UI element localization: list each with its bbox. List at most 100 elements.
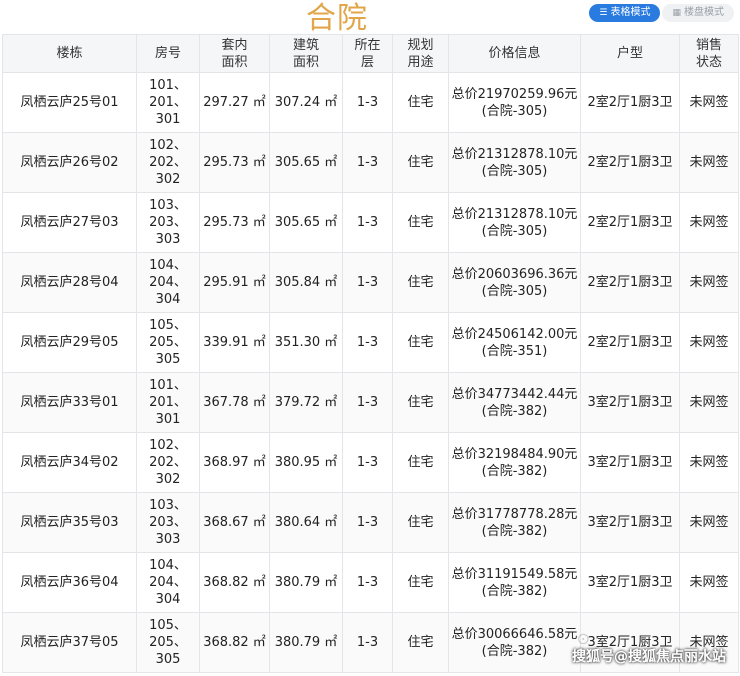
column-header: 楼栋 — [2, 34, 137, 73]
building-cell: 凤栖云庐27号03 — [2, 192, 137, 253]
table-row[interactable]: 凤栖云庐27号03 103、 203、303 295.73 ㎡ 305.65 ㎡ 1-3… — [2, 192, 739, 253]
inner-area-cell: 368.67 ㎡ — [199, 492, 270, 553]
column-header: 建筑 面积 — [269, 34, 343, 73]
view-mode-toggle: ☰ 表格模式 ▦ 楼盘模式 — [589, 4, 734, 22]
sales-status-cell: 未网签 — [679, 492, 739, 553]
price-cell: 总价21970259.96元(合院-305) — [448, 72, 581, 133]
column-header: 套内 面积 — [199, 34, 270, 73]
column-header: 所在 层 — [342, 34, 393, 73]
floor-cell: 1-3 — [342, 492, 393, 553]
layout-cell: 3室2厅1厨3卫 — [580, 492, 680, 553]
price-cell: 总价30066646.58元(合院-382) — [448, 612, 581, 673]
plan-mode-label: 楼盘模式 — [684, 7, 724, 18]
building-cell: 凤栖云庐35号03 — [2, 492, 137, 553]
building-cell: 凤栖云庐37号05 — [2, 612, 137, 673]
usage-cell: 住宅 — [392, 132, 449, 193]
gross-area-cell: 307.24 ㎡ — [269, 72, 343, 133]
inner-area-cell: 367.78 ㎡ — [199, 372, 270, 433]
floor-cell: 1-3 — [342, 312, 393, 373]
inner-area-cell: 295.91 ㎡ — [199, 252, 270, 313]
table-row[interactable]: 凤栖云庐29号05 105、 205、305 339.91 ㎡ 351.30 ㎡ 1-3… — [2, 312, 739, 373]
layout-cell: 2室2厅1厨3卫 — [580, 312, 680, 373]
building-cell: 凤栖云庐26号02 — [2, 132, 137, 193]
floor-cell: 1-3 — [342, 252, 393, 313]
building-cell: 凤栖云庐34号02 — [2, 432, 137, 493]
usage-cell: 住宅 — [392, 72, 449, 133]
sales-status-cell: 未网签 — [679, 252, 739, 313]
table-row[interactable]: 凤栖云庐36号04 104、 204、304 368.82 ㎡ 380.79 ㎡ 1-3… — [2, 552, 739, 613]
price-cell: 总价31191549.58元(合院-382) — [448, 552, 581, 613]
floor-cell: 1-3 — [342, 132, 393, 193]
usage-cell: 住宅 — [392, 612, 449, 673]
gross-area-cell: 305.84 ㎡ — [269, 252, 343, 313]
usage-cell: 住宅 — [392, 252, 449, 313]
column-header: 户型 — [580, 34, 680, 73]
inner-area-cell: 295.73 ㎡ — [199, 132, 270, 193]
gross-area-cell: 305.65 ㎡ — [269, 132, 343, 193]
layout-cell: 3室2厅1厨3卫 — [580, 372, 680, 433]
layout-cell: 2室2厅1厨3卫 — [580, 72, 680, 133]
table-row[interactable]: 凤栖云庐35号03 103、 203、303 368.67 ㎡ 380.64 ㎡ 1-3… — [2, 492, 739, 553]
floor-cell: 1-3 — [342, 72, 393, 133]
column-header: 价格信息 — [448, 34, 581, 73]
price-cell: 总价21312878.10元(合院-305) — [448, 132, 581, 193]
building-cell: 凤栖云庐29号05 — [2, 312, 137, 373]
usage-cell: 住宅 — [392, 492, 449, 553]
table-row[interactable]: 凤栖云庐28号04 104、 204、304 295.91 ㎡ 305.84 ㎡ 1-3… — [2, 252, 739, 313]
table-row[interactable]: 凤栖云庐34号02 102、 202、302 368.97 ㎡ 380.95 ㎡ 1-3… — [2, 432, 739, 493]
price-cell: 总价34773442.44元(合院-382) — [448, 372, 581, 433]
inner-area-cell: 339.91 ㎡ — [199, 312, 270, 373]
price-cell: 总价31778778.28元(合院-382) — [448, 492, 581, 553]
floor-cell: 1-3 — [342, 552, 393, 613]
table-mode-button[interactable]: ☰ 表格模式 — [589, 4, 661, 22]
inner-area-cell: 368.97 ㎡ — [199, 432, 270, 493]
grid-icon: ▦ — [672, 8, 681, 18]
table-row[interactable]: 凤栖云庐25号01 101、 201、301 297.27 ㎡ 307.24 ㎡ 1-3… — [2, 72, 739, 133]
usage-cell: 住宅 — [392, 372, 449, 433]
layout-cell: 3室2厅1厨3卫 — [580, 432, 680, 493]
gross-area-cell: 380.79 ㎡ — [269, 612, 343, 673]
sales-status-cell: 未网签 — [679, 372, 739, 433]
room-number-cell: 104、 204、304 — [136, 252, 200, 313]
floor-cell: 1-3 — [342, 612, 393, 673]
room-number-cell: 104、 204、304 — [136, 552, 200, 613]
layout-cell: 2室2厅1厨3卫 — [580, 252, 680, 313]
inner-area-cell: 368.82 ㎡ — [199, 552, 270, 613]
table-header-row: 楼栋 房号 套内 面积 建筑 面积 所在 层规划 用途 价格信息 户型 销售 状态 — [2, 34, 739, 73]
gross-area-cell: 380.79 ㎡ — [269, 552, 343, 613]
table-row[interactable]: 凤栖云庐33号01 101、 201、301 367.78 ㎡ 379.72 ㎡ 1-3… — [2, 372, 739, 433]
room-number-cell: 105、 205、305 — [136, 312, 200, 373]
room-number-cell: 101、 201、301 — [136, 72, 200, 133]
room-number-cell: 102、 202、302 — [136, 432, 200, 493]
inner-area-cell: 295.73 ㎡ — [199, 192, 270, 253]
column-header: 规划 用途 — [392, 34, 449, 73]
table-row[interactable]: 凤栖云庐26号02 102、 202、302 295.73 ㎡ 305.65 ㎡ 1-3… — [2, 132, 739, 193]
layout-cell: 2室2厅1厨3卫 — [580, 192, 680, 253]
sales-status-cell: 未网签 — [679, 552, 739, 613]
sales-status-cell: 未网签 — [679, 132, 739, 193]
sales-status-cell: 未网签 — [679, 192, 739, 253]
floor-cell: 1-3 — [342, 372, 393, 433]
price-cell: 总价32198484.90元(合院-382) — [448, 432, 581, 493]
unit-listing-table: 楼栋 房号 套内 面积 建筑 面积 所在 层规划 用途 价格信息 户型 销售 状态 凤栖云庐2… — [2, 34, 739, 673]
gross-area-cell: 305.65 ㎡ — [269, 192, 343, 253]
room-number-cell: 103、 203、303 — [136, 492, 200, 553]
gross-area-cell: 380.95 ㎡ — [269, 432, 343, 493]
usage-cell: 住宅 — [392, 192, 449, 253]
plan-mode-button[interactable]: ▦ 楼盘模式 — [662, 4, 734, 22]
room-number-cell: 101、 201、301 — [136, 372, 200, 433]
price-cell: 总价20603696.36元(合院-305) — [448, 252, 581, 313]
building-cell: 凤栖云庐28号04 — [2, 252, 137, 313]
building-cell: 凤栖云庐33号01 — [2, 372, 137, 433]
inner-area-cell: 368.82 ㎡ — [199, 612, 270, 673]
column-header: 房号 — [136, 34, 200, 73]
gross-area-cell: 380.64 ㎡ — [269, 492, 343, 553]
watermark-text: 搜狐号@搜狐焦点丽水站 — [572, 649, 726, 665]
page-title: 合院 — [306, 1, 368, 36]
price-cell: 总价24506142.00元(合院-351) — [448, 312, 581, 373]
list-icon: ☰ — [599, 8, 608, 18]
room-number-cell: 105、 205、305 — [136, 612, 200, 673]
column-header: 销售 状态 — [679, 34, 739, 73]
gross-area-cell: 379.72 ㎡ — [269, 372, 343, 433]
usage-cell: 住宅 — [392, 312, 449, 373]
